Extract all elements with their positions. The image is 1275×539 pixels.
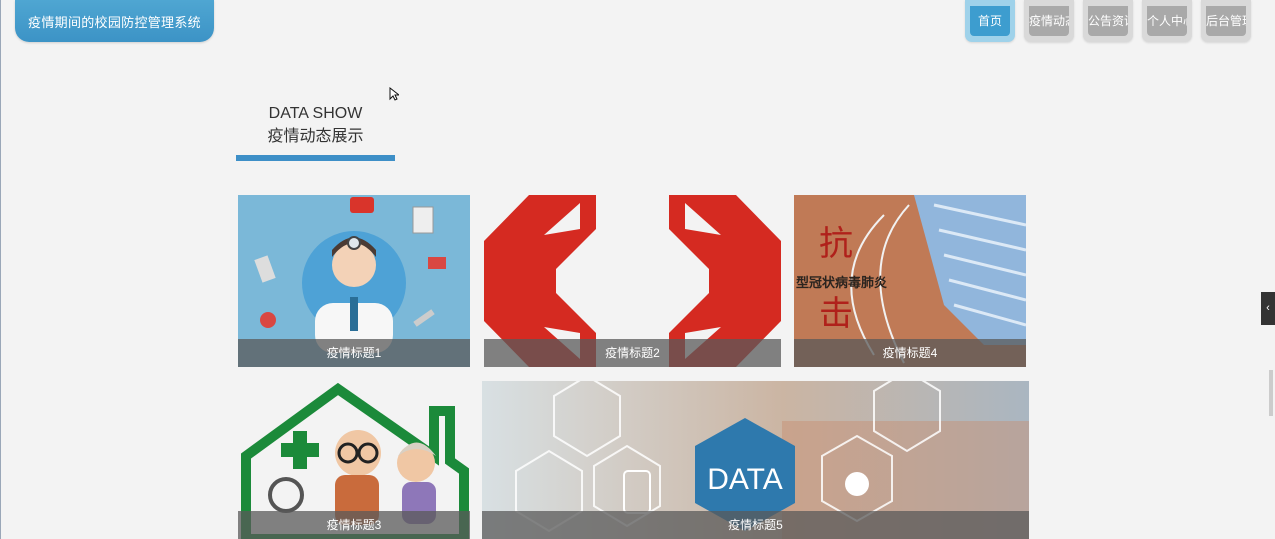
card-caption: 疫情标题4 [794, 339, 1026, 367]
scrollbar-thumb[interactable] [1269, 370, 1273, 416]
tab-announcements[interactable]: 公告资讯 [1083, 0, 1133, 42]
card-caption: 疫情标题3 [238, 511, 470, 539]
tab-personal-center[interactable]: 个人中心 [1142, 0, 1192, 42]
collapse-arrow-button[interactable]: ‹ [1261, 292, 1275, 325]
card-caption: 疫情标题5 [482, 511, 1029, 539]
news-card-2[interactable]: 疫情标题2 [484, 195, 781, 367]
tab-announcements-label: 公告资讯 [1088, 6, 1128, 36]
section-heading-en: DATA SHOW [268, 105, 363, 122]
news-card-3[interactable]: 抗 击 型冠状病毒肺炎 疫情标题4 [794, 195, 1026, 367]
fight-calligraphy-2: 击 [819, 295, 853, 333]
fight-calligraphy-1: 抗 [819, 225, 853, 263]
news-card-4[interactable]: 疫情标题3 [238, 381, 470, 539]
section-heading: DATA SHOW 疫情动态展示 [236, 104, 395, 148]
tab-epidemic-news[interactable]: 疫情动态 [1024, 0, 1074, 42]
card-caption: 疫情标题1 [238, 339, 470, 367]
data-hexagon-text: DATA [707, 463, 783, 496]
section-underline [236, 155, 395, 161]
mask-photo-overlay-text: 型冠状病毒肺炎 [796, 275, 887, 290]
main-navigation: 首页 疫情动态 公告资讯 个人中心 后台管理 [956, 0, 1251, 42]
tab-home[interactable]: 首页 [965, 0, 1015, 42]
news-card-5[interactable]: DATA 疫情标题5 [482, 381, 1029, 539]
tab-home-label: 首页 [970, 6, 1010, 36]
card-caption: 疫情标题2 [484, 339, 781, 367]
window-left-border [0, 0, 1, 539]
tab-admin-label: 后台管理 [1206, 6, 1246, 36]
tab-admin[interactable]: 后台管理 [1201, 0, 1251, 42]
mouse-cursor-icon [389, 87, 399, 101]
news-card-1[interactable]: 疫情标题1 [238, 195, 470, 367]
tab-epidemic-news-label: 疫情动态 [1029, 6, 1069, 36]
tab-personal-center-label: 个人中心 [1147, 6, 1187, 36]
app-title: 疫情期间的校园防控管理系统 [15, 0, 214, 42]
section-heading-cn: 疫情动态展示 [267, 128, 364, 145]
